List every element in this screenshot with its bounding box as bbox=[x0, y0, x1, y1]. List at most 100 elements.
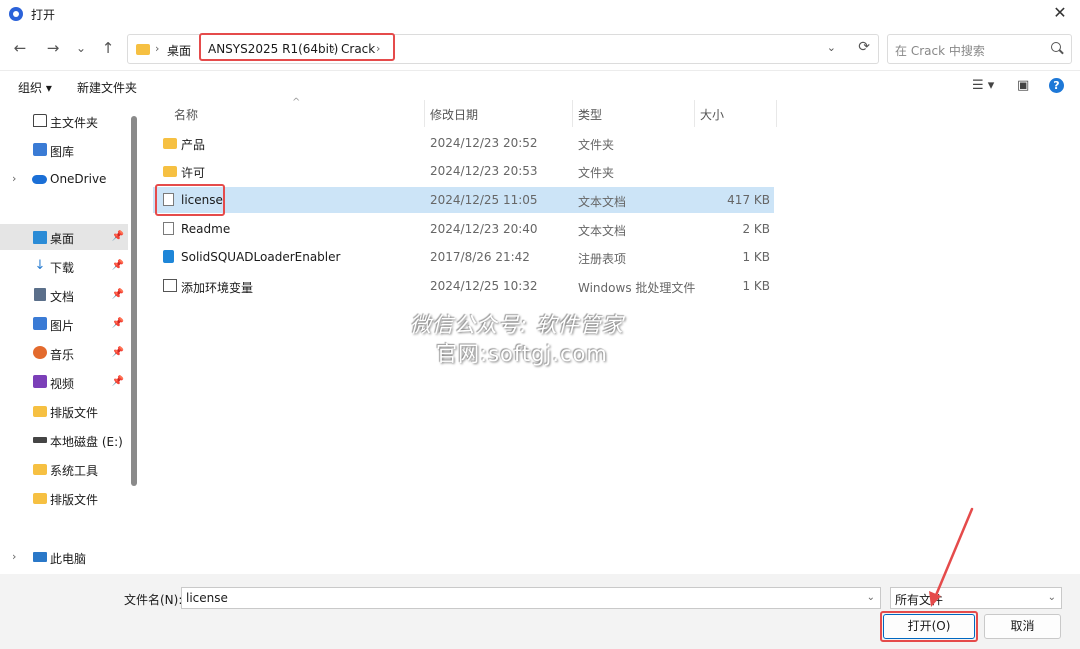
filename-label: 文件名(N): bbox=[124, 593, 183, 607]
sidebar-scrollbar[interactable] bbox=[131, 116, 137, 486]
sidebar-item-folder[interactable]: 排版文件 bbox=[0, 398, 128, 424]
file-name: SolidSQUADLoaderEnabler bbox=[181, 250, 341, 264]
sidebar-item-label: 本地磁盘 (E:) bbox=[50, 435, 123, 449]
column-header-size[interactable]: 大小 bbox=[700, 106, 724, 123]
folder-icon bbox=[163, 138, 177, 149]
file-type: 文本文档 bbox=[578, 195, 627, 209]
file-date: 2024/12/23 20:52 bbox=[430, 136, 538, 150]
navigation-pane: 主文件夹 图库 › OneDrive 桌面 📌 ↓ 下载 📌 文档 📌 图片 📌… bbox=[0, 100, 128, 574]
file-name: Readme bbox=[181, 222, 231, 236]
pictures-icon bbox=[33, 317, 47, 330]
back-arrow-icon[interactable]: ← bbox=[10, 38, 30, 58]
file-name: 添加环境变量 bbox=[181, 281, 254, 295]
search-icon[interactable] bbox=[1051, 42, 1061, 52]
pin-icon: 📌 bbox=[111, 347, 124, 358]
column-divider[interactable] bbox=[424, 100, 425, 127]
sidebar-item-folder[interactable]: 排版文件 bbox=[0, 485, 128, 511]
home-icon bbox=[33, 114, 47, 127]
pin-icon: 📌 bbox=[111, 260, 124, 271]
refresh-icon[interactable]: ⟳ bbox=[858, 39, 870, 55]
file-row-selected[interactable]: license 2024/12/25 11:05 文本文档 417 KB bbox=[153, 187, 774, 213]
sidebar-item-label: 图片 bbox=[50, 319, 75, 333]
file-row[interactable]: 添加环境变量 2024/12/25 10:32 Windows 批处理文件 1 … bbox=[153, 273, 774, 299]
file-size: 1 KB bbox=[742, 250, 770, 264]
sidebar-item-label: 文档 bbox=[50, 290, 75, 304]
column-divider[interactable] bbox=[776, 100, 777, 127]
up-arrow-icon[interactable]: ↑ bbox=[98, 38, 118, 58]
column-divider[interactable] bbox=[694, 100, 695, 127]
sidebar-item-music[interactable]: 音乐 📌 bbox=[0, 340, 128, 366]
sidebar-item-this-pc[interactable]: › 此电脑 bbox=[0, 544, 128, 570]
sidebar-item-label: 排版文件 bbox=[50, 406, 99, 420]
filename-value: license bbox=[186, 591, 228, 605]
sidebar-item-downloads[interactable]: ↓ 下载 📌 bbox=[0, 253, 128, 279]
pin-icon: 📌 bbox=[111, 376, 124, 387]
cancel-button[interactable]: 取消 bbox=[984, 614, 1061, 639]
sidebar-item-label: 主文件夹 bbox=[50, 116, 99, 130]
document-icon bbox=[34, 288, 46, 301]
forward-arrow-icon[interactable]: → bbox=[43, 38, 63, 58]
navigation-bar: ← → ⌄ ↑ › 桌面 ANSYS2025 R1(64bit) › Crack… bbox=[0, 28, 1080, 70]
sidebar-item-gallery[interactable]: 图库 bbox=[0, 137, 128, 163]
filename-input[interactable]: license ⌄ bbox=[181, 587, 881, 609]
sidebar-item-drive-e[interactable]: 本地磁盘 (E:) bbox=[0, 427, 128, 453]
column-header-name[interactable]: 名称 bbox=[174, 106, 198, 123]
search-input[interactable]: 在 Crack 中搜索 bbox=[887, 34, 1072, 64]
sidebar-item-folder[interactable]: 系统工具 bbox=[0, 456, 128, 482]
highlight-box bbox=[880, 611, 978, 642]
file-name: 许可 bbox=[181, 166, 206, 180]
sidebar-item-home[interactable]: 主文件夹 bbox=[0, 108, 128, 134]
file-size: 417 KB bbox=[727, 193, 770, 207]
address-dropdown-icon[interactable]: ⌄ bbox=[827, 41, 836, 54]
sidebar-item-label: 系统工具 bbox=[50, 464, 99, 478]
sidebar-item-label: 下载 bbox=[50, 261, 75, 275]
sidebar-item-label: 图库 bbox=[50, 145, 75, 159]
window-title: 打开 bbox=[31, 7, 56, 22]
column-divider[interactable] bbox=[572, 100, 573, 127]
file-date: 2024/12/25 11:05 bbox=[430, 193, 538, 207]
folder-icon bbox=[163, 166, 177, 177]
preview-pane-icon[interactable]: ▣ bbox=[1017, 78, 1029, 93]
new-folder-button[interactable]: 新建文件夹 bbox=[77, 79, 137, 96]
folder-icon bbox=[33, 464, 47, 475]
file-name: 产品 bbox=[181, 138, 206, 152]
chevron-down-icon[interactable]: ⌄ bbox=[1048, 592, 1056, 603]
column-header-type[interactable]: 类型 bbox=[578, 106, 602, 123]
chevron-down-icon[interactable]: ⌄ bbox=[867, 592, 875, 603]
file-type: Windows 批处理文件 bbox=[578, 281, 696, 295]
batch-file-icon bbox=[163, 279, 177, 292]
sidebar-item-onedrive[interactable]: › OneDrive bbox=[0, 166, 128, 192]
expand-chevron-icon[interactable]: › bbox=[12, 172, 16, 185]
dialog-footer: 文件名(N): license ⌄ 所有文件 ⌄ 打开(O) 取消 bbox=[0, 574, 1080, 649]
help-icon[interactable]: ? bbox=[1049, 78, 1064, 93]
sidebar-item-videos[interactable]: 视频 📌 bbox=[0, 369, 128, 395]
folder-icon bbox=[33, 406, 47, 417]
file-row[interactable]: 产品 2024/12/23 20:52 文件夹 bbox=[153, 130, 774, 156]
file-row[interactable]: SolidSQUADLoaderEnabler 2017/8/26 21:42 … bbox=[153, 244, 774, 270]
close-icon[interactable]: ✕ bbox=[1052, 5, 1068, 21]
file-type: 文件夹 bbox=[578, 138, 615, 152]
column-header-date[interactable]: 修改日期 bbox=[430, 106, 478, 123]
file-date: 2024/12/23 20:53 bbox=[430, 164, 538, 178]
expand-chevron-icon[interactable]: › bbox=[12, 550, 16, 563]
filetype-value: 所有文件 bbox=[895, 593, 944, 607]
recent-locations-icon[interactable]: ⌄ bbox=[71, 38, 91, 58]
organize-button[interactable]: 组织 ▾ bbox=[18, 79, 52, 96]
sidebar-item-label: 音乐 bbox=[50, 348, 75, 362]
sidebar-item-desktop[interactable]: 桌面 📌 bbox=[0, 224, 128, 250]
watermark-line: 微信公众号: 软件管家 bbox=[410, 313, 624, 337]
breadcrumb-desktop[interactable]: 桌面 bbox=[167, 42, 191, 59]
file-date: 2024/12/23 20:40 bbox=[430, 222, 538, 236]
file-row[interactable]: 许可 2024/12/23 20:53 文件夹 bbox=[153, 158, 774, 184]
file-size: 2 KB bbox=[742, 222, 770, 236]
watermark-line: 官网:softgj.com bbox=[436, 342, 608, 366]
music-icon bbox=[33, 346, 47, 359]
folder-icon bbox=[33, 493, 47, 504]
file-date: 2017/8/26 21:42 bbox=[430, 250, 530, 264]
breadcrumb-separator: › bbox=[155, 42, 160, 55]
file-row[interactable]: Readme 2024/12/23 20:40 文本文档 2 KB bbox=[153, 216, 774, 242]
view-options-icon[interactable]: ☰ ▾ bbox=[972, 78, 994, 93]
sidebar-item-documents[interactable]: 文档 📌 bbox=[0, 282, 128, 308]
filetype-select[interactable]: 所有文件 ⌄ bbox=[890, 587, 1062, 609]
sidebar-item-pictures[interactable]: 图片 📌 bbox=[0, 311, 128, 337]
